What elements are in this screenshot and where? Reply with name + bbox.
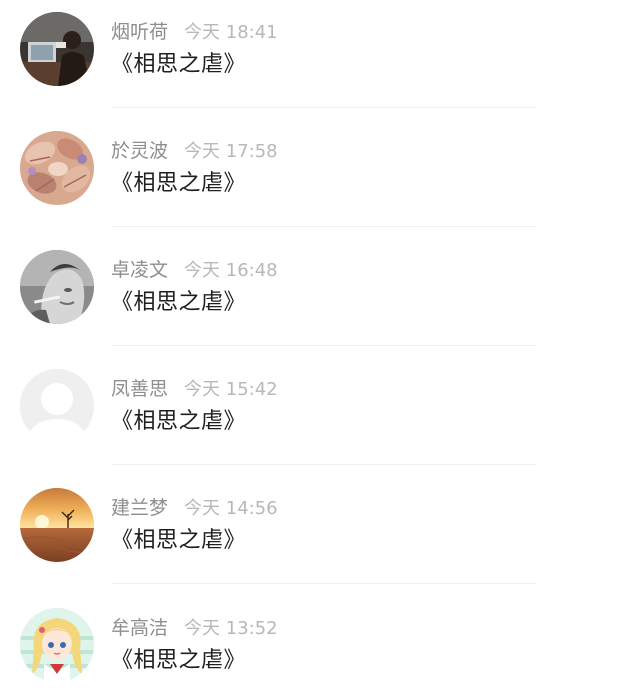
comment-meta: 牟高洁 今天 13:52 xyxy=(111,613,278,643)
avatar-seashells-icon[interactable] xyxy=(20,131,94,205)
comment-item[interactable]: 於灵波 今天 17:58 《相思之虐》 xyxy=(0,119,640,239)
avatar-photo-icon[interactable] xyxy=(20,12,94,86)
timestamp: 今天 17:58 xyxy=(184,141,278,162)
comment-text: 《相思之虐》 xyxy=(111,171,247,196)
timestamp: 今天 14:56 xyxy=(184,498,278,519)
timestamp: 今天 13:52 xyxy=(184,618,278,639)
comment-item[interactable]: 建兰梦 今天 14:56 《相思之虐》 xyxy=(0,476,640,596)
avatar-anime-girl-icon[interactable] xyxy=(20,608,94,682)
timestamp: 今天 16:48 xyxy=(184,260,278,281)
comment-list: 烟听荷今天 18:41 《相思之虐》 於灵波今天 17:58 《相思之虐》 xyxy=(0,0,640,698)
comment-meta: 烟听荷 今天 18:41 xyxy=(111,17,278,47)
divider xyxy=(111,107,536,108)
avatar-desert-sunset-icon[interactable] xyxy=(20,488,94,562)
comment-text: 《相思之虐》 xyxy=(111,648,247,673)
comment-text: 《相思之虐》 xyxy=(111,528,247,553)
avatar-smoking-man-icon[interactable] xyxy=(20,250,94,324)
divider xyxy=(111,226,536,227)
user-name[interactable]: 牟高洁 xyxy=(111,617,168,639)
comment-meta: 於灵波 今天 17:58 xyxy=(111,136,278,166)
user-name[interactable]: 烟听荷 xyxy=(111,21,168,43)
timestamp: 今天 18:41 xyxy=(184,22,278,43)
divider xyxy=(111,464,536,465)
comment-item[interactable]: 凤善思 今天 15:42 《相思之虐》 xyxy=(0,357,640,477)
divider xyxy=(111,583,536,584)
comment-meta: 卓凌文 今天 16:48 xyxy=(111,255,278,285)
comment-item[interactable]: 卓凌文 今天 16:48 《相思之虐》 xyxy=(0,238,640,358)
comment-meta: 建兰梦 今天 14:56 xyxy=(111,493,278,523)
comment-text: 《相思之虐》 xyxy=(111,52,247,77)
user-name[interactable]: 建兰梦 xyxy=(111,497,168,519)
comment-meta: 凤善思 今天 15:42 xyxy=(111,374,278,404)
comment-text: 《相思之虐》 xyxy=(111,409,247,434)
comment-item[interactable]: 烟听荷 今天 18:41 《相思之虐》 xyxy=(0,0,640,120)
comment-item[interactable]: 牟高洁 今天 13:52 《相思之虐》 xyxy=(0,596,640,698)
comment-text: 《相思之虐》 xyxy=(111,290,247,315)
avatar-default-icon[interactable] xyxy=(20,369,94,443)
divider xyxy=(111,345,536,346)
user-name[interactable]: 凤善思 xyxy=(111,378,168,400)
user-name[interactable]: 於灵波 xyxy=(111,140,168,162)
user-name[interactable]: 卓凌文 xyxy=(111,259,168,281)
timestamp: 今天 15:42 xyxy=(184,379,278,400)
